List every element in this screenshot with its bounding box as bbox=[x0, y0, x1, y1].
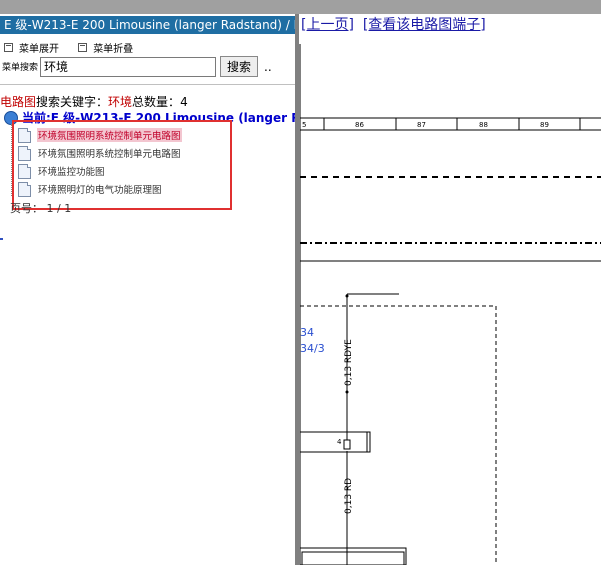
collapse-menu-label: 菜单折叠 bbox=[93, 44, 134, 55]
pager-value: 1 / 1 bbox=[46, 202, 72, 215]
expand-menu-label: 菜单展开 bbox=[19, 44, 59, 55]
small-link-mark[interactable] bbox=[0, 238, 3, 240]
expand-icon bbox=[4, 43, 13, 52]
viewer-links: [上一页] [查看该电路图端子] bbox=[301, 14, 486, 34]
left-navigation-pane: E 级-W213-E 200 Limousine (langer Radstan… bbox=[0, 14, 295, 565]
wiring-diagram: 5 86 87 88 89 4 0,13 RDYE 0,13 RD 34 34/… bbox=[299, 44, 601, 565]
collapse-menu-button[interactable]: 菜单折叠 bbox=[78, 40, 133, 55]
grid-number: 87 bbox=[417, 121, 426, 129]
count-label: 总数量： bbox=[132, 95, 181, 109]
prev-page-link[interactable]: [上一页] bbox=[301, 17, 354, 33]
count-value: 4 bbox=[180, 95, 188, 109]
grid-number: 88 bbox=[479, 121, 488, 129]
keyword-label: 搜索关键字： bbox=[36, 95, 109, 109]
bottom-component-inner bbox=[301, 551, 405, 565]
search-input[interactable] bbox=[40, 56, 217, 77]
menu-search-row: 菜单搜索 搜索 .. bbox=[2, 56, 272, 77]
component-box bbox=[300, 305, 497, 565]
window-top-strip bbox=[0, 0, 601, 14]
reference-number[interactable]: 34 bbox=[300, 326, 314, 339]
wire-junction bbox=[345, 390, 349, 394]
keyword-value: 环境 bbox=[108, 95, 133, 109]
highlight-box bbox=[12, 120, 232, 210]
bottom-component bbox=[299, 547, 407, 565]
grid-number: 89 bbox=[540, 121, 549, 129]
collapse-icon bbox=[78, 43, 88, 52]
grid-number: 86 bbox=[355, 121, 364, 129]
more-link[interactable]: .. bbox=[264, 60, 272, 74]
expand-menu-button[interactable]: 菜单展开 bbox=[4, 40, 59, 55]
category-label: 电路图 bbox=[0, 95, 37, 109]
search-button[interactable]: 搜索 bbox=[220, 56, 259, 77]
divider-line bbox=[0, 84, 295, 85]
reference-number[interactable]: 34/3 bbox=[300, 342, 325, 355]
menu-toggle-row: 菜单展开 菜单折叠 bbox=[4, 40, 149, 55]
connector-pin bbox=[343, 439, 351, 450]
grid-number: 5 bbox=[302, 121, 306, 129]
vehicle-title-bar: E 级-W213-E 200 Limousine (langer Radstan… bbox=[0, 16, 295, 34]
diagram-viewer-pane: 5 86 87 88 89 4 0,13 RDYE 0,13 RD 34 34/… bbox=[299, 14, 601, 565]
connector-block bbox=[299, 431, 368, 453]
wire-label-bottom: 0,13 RD bbox=[344, 478, 354, 514]
wire-junction bbox=[345, 294, 349, 298]
connector-edge bbox=[366, 431, 371, 453]
view-terminals-link[interactable]: [查看该电路图端子] bbox=[363, 17, 486, 33]
wire-label-top: 0,13 RDYE bbox=[344, 339, 354, 386]
pin-number: 4 bbox=[337, 438, 342, 446]
pager-label: 页号： bbox=[10, 202, 43, 215]
search-summary: 电路图搜索关键字：环境总数量：4 bbox=[0, 93, 188, 110]
pager: 页号： 1 / 1 bbox=[10, 200, 71, 216]
search-label: 菜单搜索 bbox=[2, 63, 39, 73]
